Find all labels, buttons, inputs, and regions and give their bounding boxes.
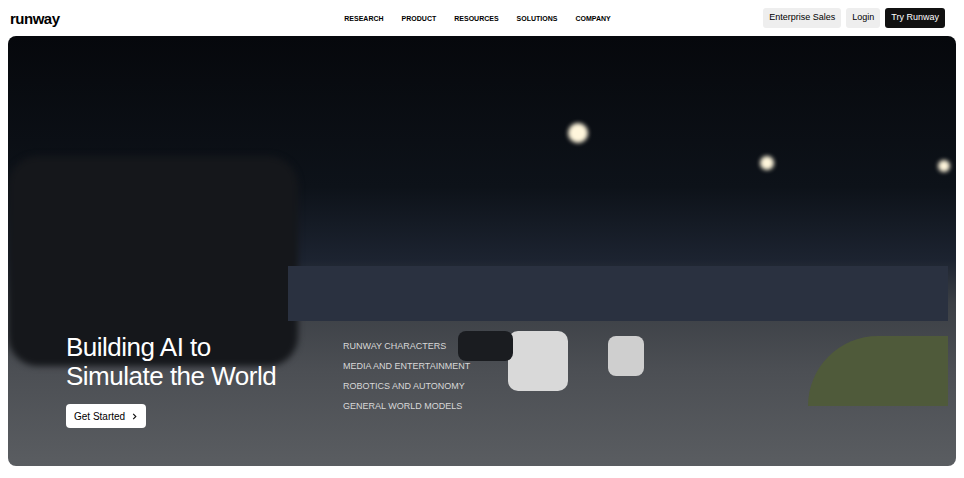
get-started-button[interactable]: Get Started <box>66 404 146 428</box>
logo[interactable]: runway <box>10 11 60 26</box>
header-button[interactable]: Login <box>846 8 880 28</box>
nav-link[interactable]: RESOURCES <box>454 15 498 22</box>
hero-link[interactable]: GENERAL WORLD MODELS <box>343 400 470 412</box>
main-nav: RESEARCH PRODUCT RESOURCES SOLUTIONS COMPANY <box>344 15 610 22</box>
nav-link[interactable]: SOLUTIONS <box>517 15 558 22</box>
site-header: runway RESEARCH PRODUCT RESOURCES SOLUTIONS… <box>0 0 964 36</box>
try-button[interactable]: Try Runway <box>885 8 945 28</box>
nav-link[interactable]: RESEARCH <box>344 15 383 22</box>
get-started-label: Get Started <box>74 409 125 424</box>
chevron-right-icon <box>131 413 138 420</box>
hero: Building AI to Simulate the World Get St… <box>8 36 956 466</box>
hero-link[interactable]: MEDIA AND ENTERTAINMENT <box>343 360 470 372</box>
header-actions: Enterprise SalesLoginTry Runway <box>611 8 945 28</box>
nav-link[interactable]: PRODUCT <box>402 15 437 22</box>
hero-link[interactable]: ROBOTICS AND AUTONOMY <box>343 380 470 392</box>
hero-photo <box>8 36 956 466</box>
nav-link[interactable]: COMPANY <box>575 15 610 22</box>
hero-headline: Building AI to Simulate the World <box>66 333 306 391</box>
header-button[interactable]: Enterprise Sales <box>763 8 841 28</box>
hero-link[interactable]: RUNWAY CHARACTERS <box>343 340 470 352</box>
hero-links: RUNWAY CHARACTERS MEDIA AND ENTERTAINMENT… <box>343 333 470 412</box>
